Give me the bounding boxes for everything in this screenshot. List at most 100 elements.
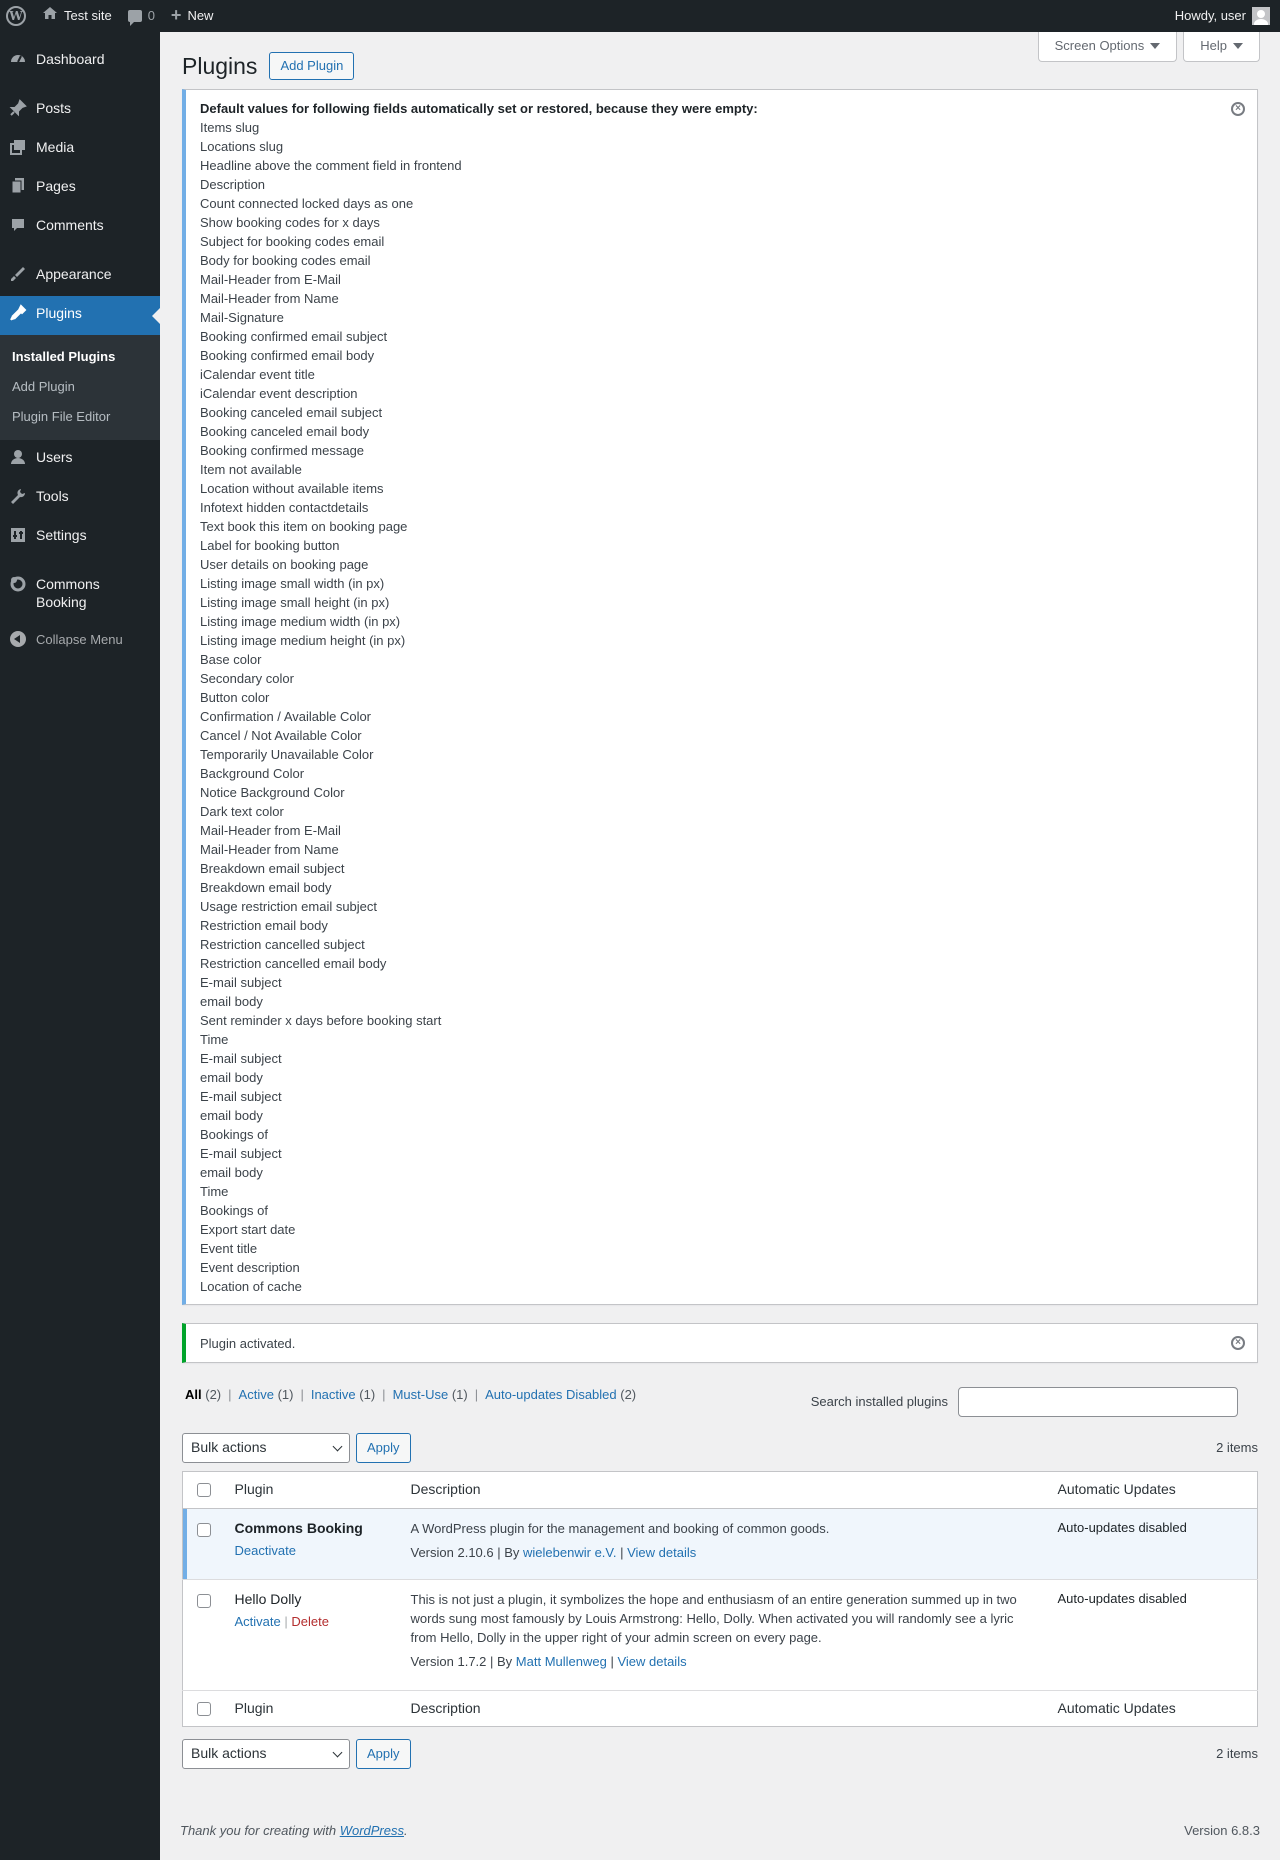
apply-button-bottom[interactable]: Apply	[356, 1739, 411, 1769]
column-plugin[interactable]: Plugin	[225, 1472, 401, 1509]
default-field-item: E-mail subject	[200, 1089, 282, 1105]
default-field-item: Secondary color	[200, 671, 294, 687]
site-name: Test site	[64, 7, 112, 23]
admin-footer: Thank you for creating with WordPress. V…	[180, 1822, 1260, 1840]
comments-link[interactable]: 0	[120, 0, 163, 32]
activate-link[interactable]: Activate	[235, 1614, 281, 1629]
default-field-item: Locations slug	[200, 139, 284, 155]
default-field-item: Time	[200, 1032, 229, 1048]
screen-options-button[interactable]: Screen Options	[1037, 32, 1178, 63]
filter-all[interactable]: All (2)	[185, 1386, 221, 1404]
admin-bar: W Test site 0 + New Howdy, user	[0, 0, 1280, 32]
comments-count: 0	[147, 7, 155, 23]
menu-item-users[interactable]: Users	[0, 440, 160, 479]
view-details-link[interactable]: View details	[627, 1545, 696, 1560]
filter-must-use[interactable]: Must-Use (1)	[393, 1386, 468, 1404]
menu-item-commons-booking[interactable]: Commons Booking	[0, 567, 160, 619]
wrench-icon	[0, 487, 36, 510]
default-field-item: Time	[200, 1184, 229, 1200]
search-box: Search installed plugins	[811, 1387, 1238, 1417]
default-field-item: Location of cache	[200, 1279, 302, 1295]
default-field-item: Breakdown email subject	[200, 861, 345, 877]
my-account-menu[interactable]: Howdy, user	[1167, 0, 1280, 32]
view-details-link[interactable]: View details	[617, 1654, 686, 1669]
new-label: New	[187, 7, 214, 23]
wordpress-link[interactable]: WordPress	[340, 1823, 404, 1838]
default-field-item: Usage restriction email subject	[200, 899, 378, 915]
commons-booking-icon	[0, 575, 36, 598]
dashboard-icon	[0, 50, 36, 73]
plugin-name: Commons Booking	[234, 1519, 363, 1536]
delete-link[interactable]: Delete	[291, 1614, 329, 1629]
default-field-item: E-mail subject	[200, 975, 282, 991]
comment-icon	[0, 216, 36, 239]
filter-auto-updates-disabled[interactable]: Auto-updates Disabled (2)	[485, 1386, 636, 1404]
row-checkbox[interactable]	[197, 1523, 211, 1538]
page-heading: Plugins Add Plugin	[182, 50, 355, 82]
row-actions: Activate | Delete	[234, 1614, 329, 1630]
chevron-down-icon	[332, 1747, 343, 1757]
search-label: Search installed plugins	[810, 1393, 948, 1409]
deactivate-link[interactable]: Deactivate	[235, 1543, 296, 1558]
add-plugin-button[interactable]: Add Plugin	[269, 52, 355, 81]
search-input[interactable]	[958, 1387, 1238, 1417]
dismiss-icon[interactable]: ×	[1231, 1336, 1245, 1350]
default-field-item: Booking canceled email body	[200, 424, 370, 440]
submenu-installed-plugins[interactable]: Installed Plugins	[0, 342, 160, 372]
default-field-item: Infotext hidden contactdetails	[200, 500, 369, 516]
column-plugin-footer[interactable]: Plugin	[225, 1690, 401, 1727]
default-field-item: Item not available	[200, 462, 302, 478]
default-field-item: Label for booking button	[200, 538, 340, 554]
apply-button[interactable]: Apply	[356, 1433, 411, 1463]
menu-item-appearance[interactable]: Appearance	[0, 257, 160, 296]
tablenav-bottom: Bulk actions Apply 2 items	[182, 1739, 1258, 1769]
author-link[interactable]: Matt Mullenweg	[516, 1654, 607, 1669]
filter-inactive[interactable]: Inactive (1)	[311, 1386, 375, 1404]
select-all-checkbox[interactable]	[197, 1483, 211, 1498]
row-checkbox[interactable]	[197, 1594, 211, 1609]
bulk-actions-select[interactable]: Bulk actions	[182, 1433, 350, 1463]
main-content: Screen Options Help Plugins Add Plugin ×…	[160, 32, 1280, 1860]
default-field-item: Sent reminder x days before booking star…	[200, 1013, 442, 1029]
default-field-item: Mail-Header from Name	[200, 291, 339, 307]
bulk-actions-select-bottom[interactable]: Bulk actions	[182, 1739, 350, 1769]
submenu-add-plugin[interactable]: Add Plugin	[0, 372, 160, 402]
default-field-item: Cancel / Not Available Color	[200, 728, 362, 744]
default-field-item: Listing image medium height (in px)	[200, 633, 406, 649]
menu-item-settings[interactable]: Settings	[0, 518, 160, 557]
column-description-footer: Description	[410, 1699, 481, 1716]
submenu-plugin-file-editor[interactable]: Plugin File Editor	[0, 402, 160, 432]
collapse-menu-button[interactable]: Collapse Menu	[0, 619, 160, 660]
menu-item-dashboard[interactable]: Dashboard	[0, 42, 160, 81]
default-field-item: Show booking codes for x days	[200, 215, 380, 231]
default-field-item: email body	[200, 1165, 263, 1181]
defaults-notice: × Default values for following fields au…	[182, 89, 1258, 1306]
menu-item-tools[interactable]: Tools	[0, 479, 160, 518]
dismiss-icon[interactable]: ×	[1231, 102, 1245, 116]
menu-item-pages[interactable]: Pages	[0, 169, 160, 208]
menu-item-comments[interactable]: Comments	[0, 208, 160, 247]
author-link[interactable]: wielebenwir e.V.	[523, 1545, 616, 1560]
plugin-meta: Version 1.7.2 | By Matt Mullenweg | View…	[410, 1653, 687, 1669]
menu-item-plugins[interactable]: Plugins	[0, 296, 160, 335]
wp-logo-menu[interactable]: W	[0, 0, 34, 32]
help-button[interactable]: Help	[1183, 32, 1260, 63]
default-field-item: Headline above the comment field in fron…	[200, 158, 462, 174]
filter-active[interactable]: Active (1)	[239, 1386, 294, 1404]
plugin-meta: Version 2.10.6 | By wielebenwir e.V. | V…	[410, 1544, 697, 1560]
new-content-menu[interactable]: + New	[163, 0, 222, 32]
default-field-item: Confirmation / Available Color	[200, 709, 372, 725]
default-field-item: Location without available items	[200, 481, 384, 497]
default-field-item: Body for booking codes email	[200, 253, 371, 269]
home-icon	[42, 6, 58, 25]
column-auto-updates: Automatic Updates	[1057, 1481, 1176, 1497]
menu-item-posts[interactable]: Posts	[0, 91, 160, 130]
tablenav-top: Bulk actions Apply 2 items	[182, 1433, 1258, 1463]
plugin-name: Hello Dolly	[234, 1590, 302, 1607]
default-field-item: Subject for booking codes email	[200, 234, 385, 250]
column-auto-updates-footer: Automatic Updates	[1057, 1699, 1176, 1716]
collapse-icon	[10, 630, 26, 647]
menu-item-media[interactable]: Media	[0, 130, 160, 169]
site-name-link[interactable]: Test site	[34, 0, 120, 32]
select-all-checkbox-footer[interactable]	[197, 1701, 211, 1716]
